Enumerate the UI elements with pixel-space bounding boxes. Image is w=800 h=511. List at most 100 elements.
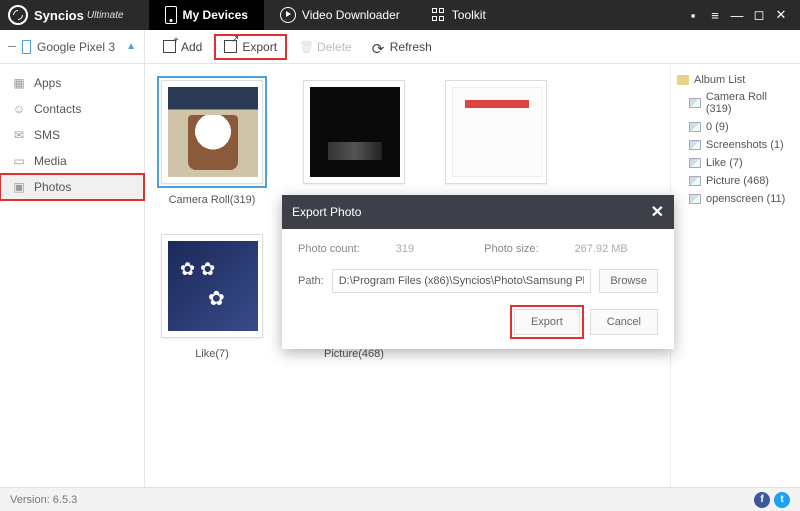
photo-count-value: 319 bbox=[396, 243, 414, 255]
album-label: Picture(468) bbox=[299, 348, 409, 360]
album-camera-roll[interactable]: Camera Roll(319) bbox=[157, 76, 267, 206]
device-selector[interactable]: Google Pixel 3 ▲ bbox=[0, 30, 145, 63]
sidebar-item-contacts[interactable]: ☺ Contacts bbox=[0, 96, 144, 122]
phone-icon bbox=[165, 6, 177, 24]
delete-button[interactable]: Delete bbox=[291, 36, 360, 58]
refresh-button[interactable]: Refresh bbox=[364, 36, 440, 58]
feedback-icon[interactable]: ▪ bbox=[682, 8, 704, 23]
version-text: Version: 6.5.3 bbox=[10, 494, 77, 506]
album-thumbnail bbox=[168, 241, 258, 331]
album-list-item[interactable]: Camera Roll (319) bbox=[677, 88, 794, 118]
add-button[interactable]: Add bbox=[155, 36, 210, 58]
subbar: Google Pixel 3 ▲ Add Export Delete Refre… bbox=[0, 30, 800, 64]
sidebar-item-photos[interactable]: ▣ Photos bbox=[0, 174, 144, 200]
album-list-label: Picture (468) bbox=[706, 175, 769, 187]
top-tabs: My Devices Video Downloader Toolkit bbox=[149, 0, 502, 30]
tab-label: My Devices bbox=[183, 8, 248, 22]
dialog-export-button[interactable]: Export bbox=[514, 309, 580, 335]
album-list-item[interactable]: Picture (468) bbox=[677, 172, 794, 190]
album-screenshots[interactable]: Screenshots(1) bbox=[441, 76, 551, 206]
statusbar: Version: 6.5.3 f t bbox=[0, 487, 800, 511]
maximize-button[interactable]: ◻ bbox=[748, 7, 770, 23]
path-label: Path: bbox=[298, 275, 324, 287]
tab-video-downloader[interactable]: Video Downloader bbox=[264, 0, 416, 30]
photo-size-value: 267.92 MB bbox=[575, 243, 628, 255]
button-label: Add bbox=[181, 40, 202, 54]
album-thumbnail bbox=[168, 87, 258, 177]
chevron-up-icon: ▲ bbox=[126, 41, 136, 52]
device-name: Google Pixel 3 bbox=[37, 40, 115, 54]
album-list-item[interactable]: 0 (9) bbox=[677, 118, 794, 136]
album-like[interactable]: Like(7) bbox=[157, 230, 267, 360]
app-logo-icon bbox=[8, 5, 28, 25]
tab-my-devices[interactable]: My Devices bbox=[149, 0, 264, 30]
browse-button[interactable]: Browse bbox=[599, 269, 658, 293]
dialog-title-text: Export Photo bbox=[292, 205, 361, 219]
contacts-icon: ☺ bbox=[12, 102, 26, 116]
menu-icon[interactable]: ≡ bbox=[704, 8, 726, 23]
toolkit-icon bbox=[432, 8, 446, 22]
album-thumbnail bbox=[452, 87, 542, 177]
album-list-pane: Album List Camera Roll (319) 0 (9) Scree… bbox=[670, 64, 800, 487]
minimize-button[interactable]: — bbox=[726, 8, 748, 23]
facebook-icon[interactable]: f bbox=[754, 492, 770, 508]
play-icon bbox=[280, 7, 296, 23]
sidebar-item-label: Media bbox=[34, 154, 67, 168]
tab-label: Toolkit bbox=[452, 8, 486, 22]
album-list-title: Album List bbox=[677, 72, 794, 88]
album-list-label: Like (7) bbox=[706, 157, 743, 169]
media-icon: ▭ bbox=[12, 154, 26, 168]
album-list-label: openscreen (11) bbox=[706, 193, 785, 205]
album-list-item[interactable]: openscreen (11) bbox=[677, 190, 794, 208]
album-list-label: Screenshots (1) bbox=[706, 139, 784, 151]
album-list-item[interactable]: Screenshots (1) bbox=[677, 136, 794, 154]
image-icon bbox=[689, 194, 701, 204]
export-button[interactable]: Export bbox=[214, 34, 287, 60]
dialog-body: Photo count: 319 Photo size: 267.92 MB P… bbox=[282, 229, 674, 349]
button-label: Refresh bbox=[390, 40, 432, 54]
folder-icon bbox=[677, 75, 689, 85]
path-input[interactable] bbox=[332, 269, 592, 293]
photo-size-label: Photo size: bbox=[484, 243, 538, 255]
sidebar-item-media[interactable]: ▭ Media bbox=[0, 148, 144, 174]
sidebar-item-sms[interactable]: ✉ SMS bbox=[0, 122, 144, 148]
device-icon bbox=[22, 40, 31, 54]
sidebar: ▦ Apps ☺ Contacts ✉ SMS ▭ Media ▣ Photos bbox=[0, 64, 145, 487]
album-list-item[interactable]: Like (7) bbox=[677, 154, 794, 172]
apps-icon: ▦ bbox=[12, 76, 26, 90]
photo-count-label: Photo count: bbox=[298, 243, 360, 255]
tab-label: Video Downloader bbox=[302, 8, 400, 22]
button-label: Delete bbox=[317, 40, 352, 54]
album-thumbnail bbox=[310, 87, 400, 177]
dialog-close-button[interactable]: ✕ bbox=[651, 202, 664, 222]
album-zero[interactable]: 0(9) bbox=[299, 76, 409, 206]
button-label: Export bbox=[242, 40, 277, 54]
image-icon bbox=[689, 158, 701, 168]
album-list-label: Camera Roll (319) bbox=[706, 91, 794, 115]
app-brand: Syncios bbox=[34, 8, 84, 23]
sms-icon: ✉ bbox=[12, 128, 26, 142]
image-icon bbox=[689, 122, 701, 132]
export-icon bbox=[224, 40, 237, 53]
album-list-title-text: Album List bbox=[694, 74, 745, 86]
image-icon bbox=[689, 98, 701, 108]
refresh-icon bbox=[372, 40, 385, 53]
album-label: Camera Roll(319) bbox=[157, 194, 267, 206]
sidebar-item-label: SMS bbox=[34, 128, 60, 142]
app-edition: Ultimate bbox=[87, 10, 124, 21]
tab-toolkit[interactable]: Toolkit bbox=[416, 0, 502, 30]
dialog-cancel-button[interactable]: Cancel bbox=[590, 309, 658, 335]
sidebar-item-label: Apps bbox=[34, 76, 61, 90]
close-button[interactable]: ✕ bbox=[770, 7, 792, 23]
toolbar: Add Export Delete Refresh bbox=[145, 30, 440, 63]
photos-icon: ▣ bbox=[12, 180, 26, 194]
export-photo-dialog: Export Photo ✕ Photo count: 319 Photo si… bbox=[282, 195, 674, 349]
sidebar-item-label: Photos bbox=[34, 180, 71, 194]
sidebar-item-apps[interactable]: ▦ Apps bbox=[0, 70, 144, 96]
sidebar-item-label: Contacts bbox=[34, 102, 81, 116]
trash-icon bbox=[299, 40, 312, 53]
album-label: Like(7) bbox=[157, 348, 267, 360]
dialog-titlebar: Export Photo ✕ bbox=[282, 195, 674, 229]
album-list-label: 0 (9) bbox=[706, 121, 729, 133]
twitter-icon[interactable]: t bbox=[774, 492, 790, 508]
